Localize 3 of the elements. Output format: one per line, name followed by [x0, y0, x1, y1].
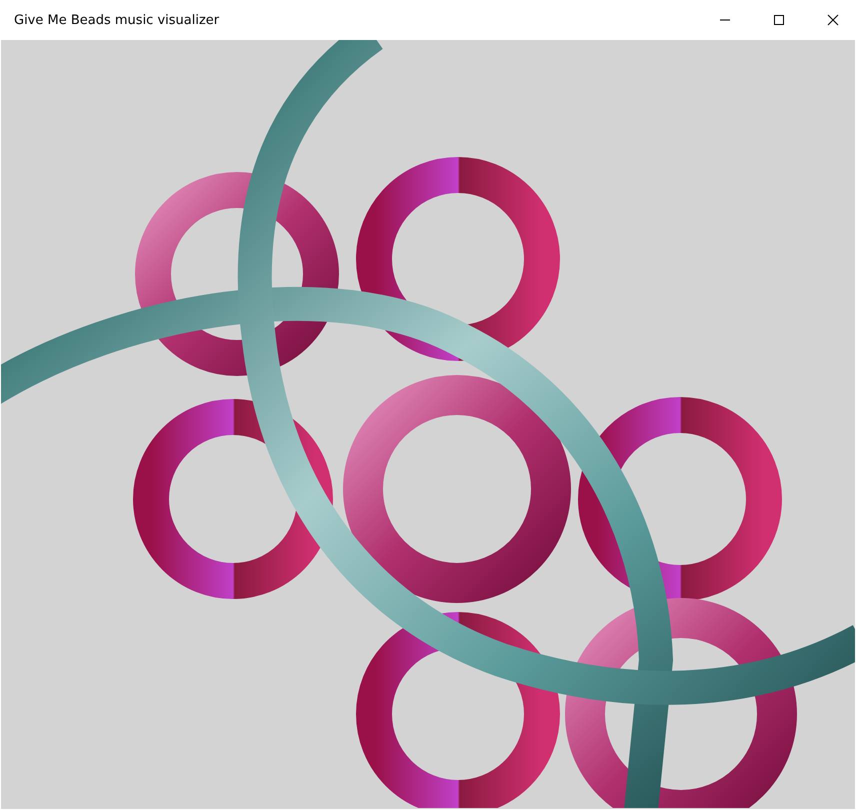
window-title: Give Me Beads music visualizer: [13, 12, 220, 28]
maximize-icon: [773, 14, 785, 26]
close-icon: [827, 14, 839, 26]
